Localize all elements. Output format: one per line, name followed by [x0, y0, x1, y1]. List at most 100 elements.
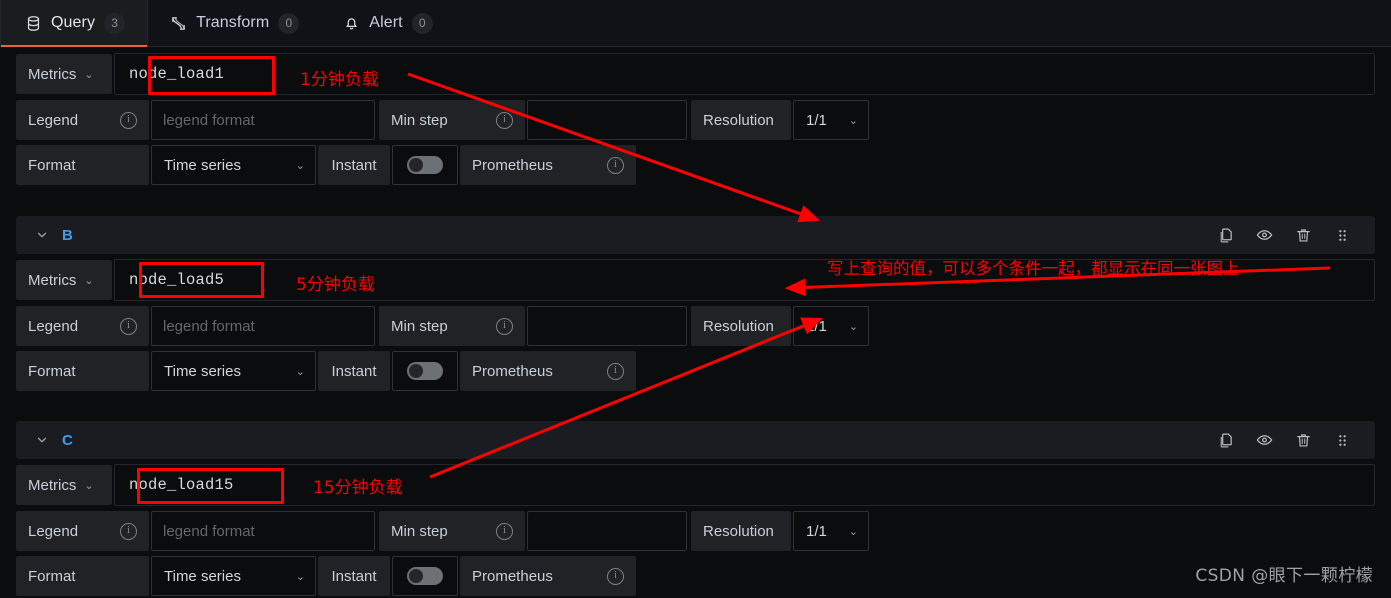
duplicate-query-icon[interactable]: [1217, 432, 1234, 449]
query-row-b: B Metrics ⌄ node_load5 Legend i legend f…: [16, 216, 1375, 391]
chevron-down-icon[interactable]: [34, 432, 50, 448]
instant-label-text-a: Instant: [331, 156, 377, 174]
legend-format-input-c[interactable]: legend format: [151, 511, 375, 551]
toggle-visibility-icon[interactable]: [1256, 432, 1273, 449]
tab-transform-badge: 0: [278, 12, 300, 34]
annotation-a-note: 1分钟负载: [300, 70, 379, 90]
format-label-b: Format: [16, 351, 149, 391]
tab-query-label: Query: [51, 14, 96, 31]
resolution-label-a: Resolution: [691, 100, 791, 140]
format-row-a: Format Time series ⌄ Instant Prometheus …: [16, 145, 1375, 185]
resolution-select-a[interactable]: 1/1 ⌄: [793, 100, 869, 140]
query-name-b[interactable]: B: [62, 227, 73, 244]
resolution-value-c: 1/1: [806, 522, 827, 540]
legend-label-b: Legend i: [16, 306, 149, 346]
resolution-select-c[interactable]: 1/1 ⌄: [793, 511, 869, 551]
metric-row-a: Metrics ⌄ node_load1: [16, 53, 1375, 95]
instant-toggle-a[interactable]: [392, 145, 458, 185]
tab-alert[interactable]: Alert 0: [321, 0, 454, 46]
options-row-c: Legend i legend format Min step i Resolu…: [16, 511, 1375, 551]
format-select-a[interactable]: Time series ⌄: [151, 145, 316, 185]
query-actions-b: [1217, 227, 1365, 244]
chevron-down-icon: ⌄: [84, 479, 94, 492]
metrics-label-b: Metrics: [28, 271, 77, 289]
info-icon[interactable]: i: [496, 111, 513, 129]
info-icon[interactable]: i: [120, 111, 137, 129]
chevron-down-icon: ⌄: [295, 159, 305, 172]
resolution-label-text-a: Resolution: [703, 111, 774, 129]
min-step-input-c[interactable]: [527, 511, 687, 551]
format-label-c: Format: [16, 556, 149, 596]
metric-expression-value-c: node_load15: [129, 476, 234, 494]
format-value-b: Time series: [164, 362, 241, 380]
metrics-label-c: Metrics: [28, 476, 77, 494]
tab-query[interactable]: Query 3: [0, 0, 149, 47]
datasource-label-b: Prometheus i: [460, 351, 636, 391]
tab-query-badge: 3: [104, 12, 126, 34]
format-select-c[interactable]: Time series ⌄: [151, 556, 316, 596]
query-header-c[interactable]: C: [16, 421, 1375, 459]
resolution-label-b: Resolution: [691, 306, 791, 346]
format-label-a: Format: [16, 145, 149, 185]
format-row-b: Format Time series ⌄ Instant Prometheus …: [16, 351, 1375, 391]
instant-toggle-c[interactable]: [392, 556, 458, 596]
info-icon[interactable]: i: [607, 156, 624, 174]
metrics-selector-c[interactable]: Metrics ⌄: [16, 465, 112, 505]
bell-icon: [343, 15, 360, 32]
metrics-selector-a[interactable]: Metrics ⌄: [16, 54, 112, 94]
csdn-watermark: CSDN @眼下一颗柠檬: [1195, 566, 1373, 586]
datasource-name-a: Prometheus: [472, 156, 553, 174]
resolution-value-a: 1/1: [806, 111, 827, 129]
format-label-text-c: Format: [28, 567, 76, 585]
annotation-b-note: 5分钟负载: [296, 275, 375, 295]
duplicate-query-icon[interactable]: [1217, 227, 1234, 244]
legend-format-input-b[interactable]: legend format: [151, 306, 375, 346]
resolution-select-b[interactable]: 1/1 ⌄: [793, 306, 869, 346]
instant-label-b: Instant: [318, 351, 390, 391]
chevron-down-icon[interactable]: [34, 227, 50, 243]
info-icon[interactable]: i: [607, 567, 624, 585]
annotation-b-long-note: 写上查询的值，可以多个条件一起，都显示在同一张图上: [827, 259, 1240, 278]
drag-handle-icon[interactable]: [1334, 227, 1351, 244]
metric-expression-value-a: node_load1: [129, 65, 225, 83]
delete-query-icon[interactable]: [1295, 227, 1312, 244]
info-icon[interactable]: i: [120, 317, 137, 335]
info-icon[interactable]: i: [607, 362, 624, 380]
toggle-visibility-icon[interactable]: [1256, 227, 1273, 244]
metric-expression-input-c[interactable]: node_load15: [114, 464, 1375, 506]
metrics-selector-b[interactable]: Metrics ⌄: [16, 260, 112, 300]
legend-label-text-a: Legend: [28, 111, 79, 129]
min-step-input-a[interactable]: [527, 100, 687, 140]
tab-alert-badge: 0: [411, 12, 433, 34]
format-label-text-b: Format: [28, 362, 76, 380]
query-actions-c: [1217, 432, 1365, 449]
min-step-label-text-a: Min step: [391, 111, 448, 129]
query-name-c[interactable]: C: [62, 432, 73, 449]
info-icon[interactable]: i: [496, 522, 513, 540]
instant-toggle-b[interactable]: [392, 351, 458, 391]
metric-expression-value-b: node_load5: [129, 271, 225, 289]
tab-transform[interactable]: Transform 0: [148, 0, 321, 46]
format-value-a: Time series: [164, 156, 241, 174]
instant-label-c: Instant: [318, 556, 390, 596]
metric-row-c: Metrics ⌄ node_load15: [16, 464, 1375, 506]
delete-query-icon[interactable]: [1295, 432, 1312, 449]
query-list: Metrics ⌄ node_load1 Legend i legend for…: [0, 47, 1391, 598]
grafana-query-editor: Query 3 Transform 0 Alert 0 Metrics ⌄ no…: [0, 0, 1391, 598]
info-icon[interactable]: i: [120, 522, 137, 540]
drag-handle-icon[interactable]: [1334, 432, 1351, 449]
format-row-c: Format Time series ⌄ Instant Prometheus …: [16, 556, 1375, 596]
info-icon[interactable]: i: [496, 317, 513, 335]
options-row-a: Legend i legend format Min step i Resolu…: [16, 100, 1375, 140]
chevron-down-icon: ⌄: [295, 570, 305, 583]
format-select-b[interactable]: Time series ⌄: [151, 351, 316, 391]
resolution-label-text-c: Resolution: [703, 522, 774, 540]
format-label-text-a: Format: [28, 156, 76, 174]
min-step-input-b[interactable]: [527, 306, 687, 346]
min-step-label-a: Min step i: [379, 100, 525, 140]
toggle-knob: [409, 158, 423, 172]
query-header-b[interactable]: B: [16, 216, 1375, 254]
database-icon: [25, 15, 42, 32]
datasource-label-c: Prometheus i: [460, 556, 636, 596]
legend-format-input-a[interactable]: legend format: [151, 100, 375, 140]
